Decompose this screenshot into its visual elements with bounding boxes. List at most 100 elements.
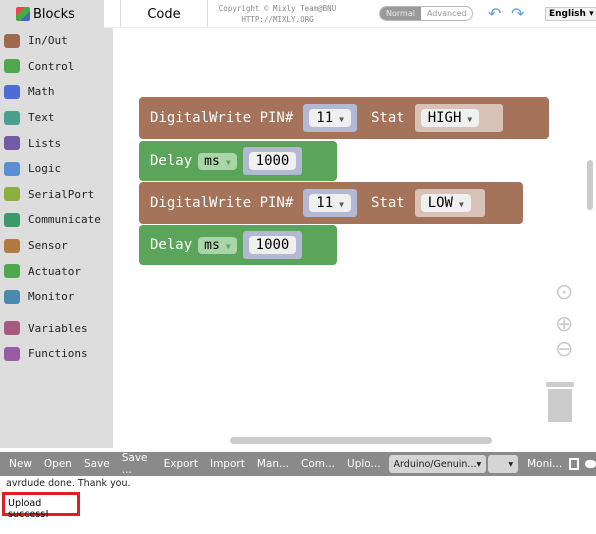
category-icon <box>4 136 20 151</box>
chip-icon[interactable] <box>569 458 580 470</box>
category-icon <box>4 110 20 125</box>
tab-blocks-label: Blocks <box>33 6 75 22</box>
category-communicate[interactable]: Communicate <box>0 207 113 233</box>
zoom-out-icon[interactable]: ⊖ <box>555 339 573 361</box>
category-functions[interactable]: Functions <box>0 341 113 367</box>
toolbar-button-8[interactable]: Uplo... <box>347 458 381 470</box>
monitor-button[interactable]: Moni... <box>527 458 562 470</box>
pin-slot: 11 ▼ <box>303 104 357 132</box>
language-value: English <box>549 9 586 19</box>
category-control[interactable]: Control <box>0 54 113 80</box>
category-logic[interactable]: Logic <box>0 156 113 182</box>
block-label: DigitalWrite PIN# <box>150 110 294 126</box>
port-select[interactable]: ▾ <box>488 455 519 473</box>
zoom-in-icon[interactable]: ⊕ <box>555 314 573 336</box>
delay-value[interactable]: 1000 <box>248 236 297 254</box>
copyright: Copyright © Mixly Team@BNU HTTP://MIXLY.O… <box>215 3 340 25</box>
delay-block[interactable]: Delay ms ▼ 1000 <box>139 141 337 181</box>
category-lists[interactable]: Lists <box>0 130 113 156</box>
category-icon <box>4 238 20 253</box>
stat-dropdown[interactable]: LOW ▼ <box>420 194 471 212</box>
trash-icon[interactable] <box>546 382 574 422</box>
block-label: DigitalWrite PIN# <box>150 195 294 211</box>
category-actuator[interactable]: Actuator <box>0 258 113 284</box>
toggle-switch[interactable] <box>585 460 596 468</box>
delay-block[interactable]: Delay ms ▼ 1000 <box>139 225 337 265</box>
copyright-text: Copyright © Mixly Team@BNU <box>218 4 337 13</box>
category-icon <box>4 264 20 279</box>
puzzle-icon <box>16 7 30 21</box>
category-sensor[interactable]: Sensor <box>0 233 113 259</box>
category-variables[interactable]: Variables <box>0 316 113 342</box>
stat-dropdown[interactable]: HIGH ▼ <box>420 109 480 127</box>
site-url: HTTP://MIXLY.ORG <box>241 15 314 24</box>
delay-value[interactable]: 1000 <box>248 152 297 170</box>
toolbar-button-6[interactable]: Man... <box>257 458 289 470</box>
toolbar-button-4[interactable]: Export <box>164 458 198 470</box>
category-icon <box>4 59 20 74</box>
pin-dropdown[interactable]: 11 ▼ <box>309 109 351 127</box>
value-slot: 1000 <box>242 231 303 259</box>
stat-label: Stat <box>370 195 405 211</box>
pin-value: 11 <box>316 195 334 211</box>
category-label: Lists <box>28 136 62 150</box>
dropdown-arrow-icon: ▼ <box>225 157 231 167</box>
digitalwrite-block[interactable]: DigitalWrite PIN# 11 ▼ Stat LOW ▼ <box>139 182 523 224</box>
category-label: Sensor <box>28 239 68 253</box>
stat-slot: LOW ▼ <box>414 189 485 217</box>
stat-value: HIGH <box>427 110 462 126</box>
toolbar-button-7[interactable]: Com... <box>301 458 335 470</box>
toolbar-button-3[interactable]: Save ... <box>122 452 152 476</box>
dropdown-arrow-icon: ▼ <box>225 241 231 251</box>
pin-dropdown[interactable]: 11 ▼ <box>309 194 351 212</box>
undo-icon[interactable]: ↶ <box>488 4 501 23</box>
language-select[interactable]: English ▾ <box>545 7 596 21</box>
dropdown-arrow-icon: ▼ <box>339 200 344 209</box>
category-label: Control <box>28 59 75 73</box>
toolbar-button-2[interactable]: Save <box>84 458 110 470</box>
category-inout[interactable]: In/Out <box>0 28 113 54</box>
mode-advanced[interactable]: Advanced <box>421 7 473 20</box>
category-text[interactable]: Text <box>0 105 113 131</box>
toolbar-button-0[interactable]: New <box>9 458 32 470</box>
block-label: Delay <box>150 153 193 169</box>
toolbar-button-5[interactable]: Import <box>210 458 245 470</box>
category-label: Variables <box>28 321 88 335</box>
board-select[interactable]: Arduino/Genuin... ▾ <box>388 455 487 473</box>
tab-blocks[interactable]: Blocks <box>0 0 104 28</box>
horizontal-scrollbar[interactable] <box>230 437 492 444</box>
category-serialport[interactable]: SerialPort <box>0 182 113 208</box>
category-label: Communicate <box>28 213 101 227</box>
mode-toggle[interactable]: Normal Advanced <box>379 6 474 21</box>
blocks-workspace[interactable]: DigitalWrite PIN# 11 ▼ Stat HIGH ▼ Delay m… <box>113 28 590 448</box>
category-label: Text <box>28 111 55 125</box>
output-console: avrdude done. Thank you. <box>0 476 596 534</box>
toolbar: New Open Save Save ... Export Import Man... Com… <box>0 452 596 476</box>
dropdown-arrow-icon: ▼ <box>339 115 344 124</box>
tab-code[interactable]: Code <box>120 0 208 28</box>
mode-normal[interactable]: Normal <box>380 7 421 20</box>
category-math[interactable]: Math <box>0 79 113 105</box>
category-label: Monitor <box>28 290 75 304</box>
pin-slot: 11 ▼ <box>303 189 357 217</box>
category-sidebar: In/Out Control Math Text Lists Logic SerialPor… <box>0 28 113 448</box>
block-label: Delay <box>150 237 193 253</box>
category-label: Actuator <box>28 264 81 278</box>
category-icon <box>4 84 20 99</box>
category-icon <box>4 161 20 176</box>
category-monitor[interactable]: Monitor <box>0 284 113 310</box>
vertical-scrollbar[interactable] <box>587 160 593 210</box>
output-line: avrdude done. Thank you. <box>6 478 131 489</box>
stat-label: Stat <box>370 110 405 126</box>
dropdown-arrow-icon: ▼ <box>467 115 473 124</box>
redo-icon[interactable]: ↷ <box>511 4 524 23</box>
unit-dropdown[interactable]: ms ▼ <box>198 236 237 254</box>
digitalwrite-block[interactable]: DigitalWrite PIN# 11 ▼ Stat HIGH ▼ <box>139 97 549 139</box>
unit-dropdown[interactable]: ms ▼ <box>198 152 237 170</box>
stat-slot: HIGH ▼ <box>414 104 503 132</box>
toolbar-button-1[interactable]: Open <box>44 458 72 470</box>
recenter-icon[interactable]: ⊙ <box>555 282 573 304</box>
category-icon <box>4 212 20 227</box>
category-icon <box>4 187 20 202</box>
category-label: In/Out <box>28 34 68 48</box>
